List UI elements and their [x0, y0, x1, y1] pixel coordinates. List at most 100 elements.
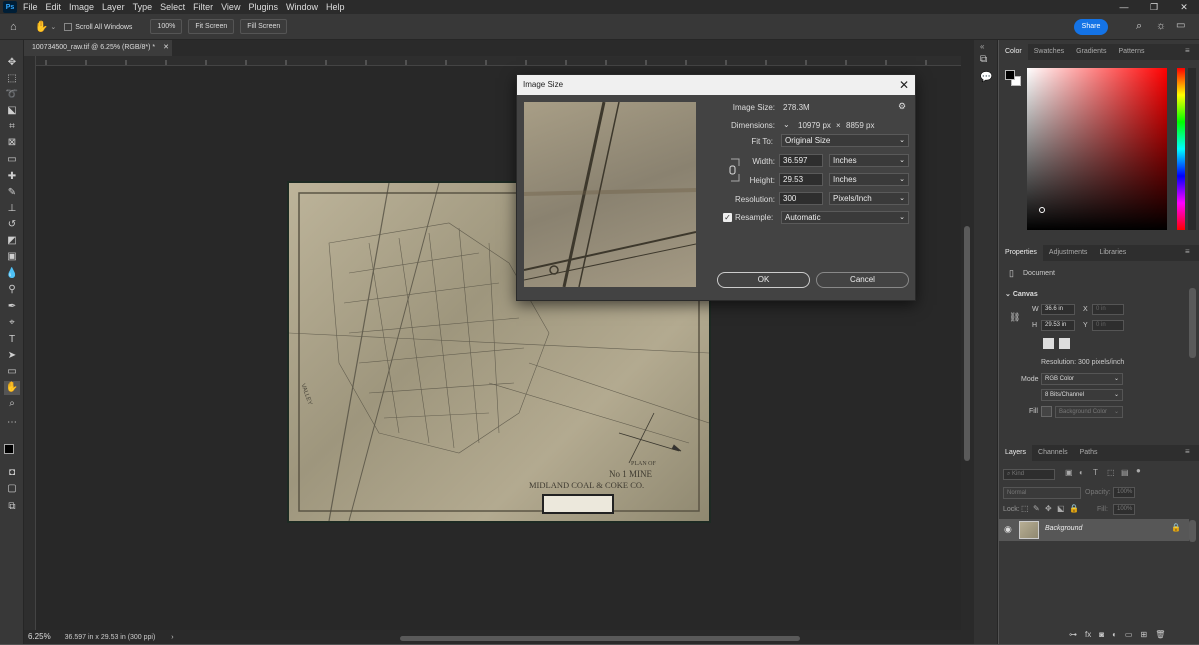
layers-scroll-thumb[interactable] — [1189, 520, 1196, 542]
workspace-icon[interactable]: ▭ — [1176, 20, 1185, 31]
horizontal-scroll-thumb[interactable] — [400, 636, 800, 641]
more-tools-icon[interactable]: ⋯ — [4, 416, 20, 430]
dodge-tool-icon[interactable]: ⚲ — [4, 283, 20, 297]
stamp-tool-icon[interactable]: ⊥ — [4, 202, 20, 216]
resolution-unit-select[interactable]: Pixels/Inch ⌄ — [829, 192, 909, 205]
tab-libraries[interactable]: Libraries — [1093, 245, 1132, 261]
fill-opacity-input[interactable]: 100% — [1113, 504, 1135, 515]
tab-adjustments[interactable]: Adjustments — [1043, 245, 1094, 261]
menu-type[interactable]: Type — [133, 2, 153, 12]
lock-position-icon[interactable]: ✥ — [1045, 504, 1052, 513]
chevron-right-icon[interactable]: › — [171, 634, 173, 641]
restore-icon[interactable]: ❐ — [1139, 0, 1169, 14]
group-icon[interactable]: ▭ — [1125, 630, 1133, 639]
ok-button[interactable]: OK — [717, 272, 810, 288]
layer-style-icon[interactable]: fx — [1085, 630, 1091, 639]
pen-tool-icon[interactable]: ✒ — [4, 300, 20, 314]
resample-select[interactable]: Automatic ⌄ — [781, 211, 909, 224]
panel-menu-icon[interactable]: ≡ — [1185, 447, 1190, 456]
portrait-orientation-icon[interactable] — [1043, 338, 1054, 349]
filter-shape-icon[interactable]: ⬚ — [1107, 468, 1115, 477]
lock-artboard-icon[interactable]: ⬕ — [1057, 504, 1065, 513]
tab-layers[interactable]: Layers — [999, 445, 1033, 461]
type-tool-icon[interactable]: T — [4, 333, 20, 347]
collapse-icon[interactable]: « — [980, 42, 984, 51]
menu-layer[interactable]: Layer — [102, 2, 125, 12]
lock-pixels-icon[interactable]: ✎ — [1033, 504, 1040, 513]
landscape-orientation-icon[interactable] — [1059, 338, 1070, 349]
vertical-scrollbar[interactable] — [961, 56, 974, 630]
panel-menu-icon[interactable]: ≡ — [1185, 247, 1190, 256]
chevron-down-icon[interactable]: ⌄ — [783, 120, 790, 129]
canvas-y-input[interactable]: 0 in — [1092, 320, 1124, 331]
mode-select[interactable]: RGB Color ⌄ — [1041, 373, 1123, 385]
vertical-scroll-thumb[interactable] — [964, 226, 970, 461]
menu-window[interactable]: Window — [286, 2, 318, 12]
comments-panel-icon[interactable]: 💬 — [980, 72, 992, 83]
menu-edit[interactable]: Edit — [46, 2, 62, 12]
zoom-tool-icon[interactable]: ⌕ — [4, 397, 20, 411]
fit-to-select[interactable]: Original Size ⌄ — [781, 134, 909, 147]
lasso-tool-icon[interactable]: ➰ — [4, 88, 20, 102]
canvas-section-header[interactable]: ⌄ Canvas — [1005, 290, 1038, 298]
fit-screen-button[interactable]: Fit Screen — [188, 19, 235, 34]
link-layers-icon[interactable]: ⊶ — [1069, 630, 1077, 639]
eye-visibility-icon[interactable]: ◉ — [1004, 524, 1012, 535]
canvas-height-input[interactable]: 29.53 in — [1041, 320, 1075, 331]
zoom-100-button[interactable]: 100% — [150, 19, 183, 34]
minimize-icon[interactable]: — — [1109, 0, 1139, 14]
search-icon[interactable]: ⌕ — [1136, 20, 1142, 33]
color-field[interactable] — [1027, 68, 1167, 230]
width-input[interactable]: 36.597 — [779, 154, 823, 167]
history-brush-icon[interactable]: ↺ — [4, 218, 20, 232]
tab-paths[interactable]: Paths — [1074, 445, 1104, 461]
link-icon[interactable]: ⛓ — [1009, 312, 1020, 323]
gradient-tool-icon[interactable]: ▣ — [4, 250, 20, 264]
properties-scroll-thumb[interactable] — [1189, 288, 1196, 358]
resample-checkbox[interactable]: ✓ — [723, 213, 732, 222]
filter-adjustment-icon[interactable]: ◐ — [1079, 468, 1084, 477]
artboard-icon[interactable]: ⧉ — [4, 500, 20, 514]
panel-menu-icon[interactable]: ≡ — [1185, 46, 1190, 55]
fill-screen-button[interactable]: Fill Screen — [240, 19, 288, 34]
gear-icon[interactable]: ⚙ — [898, 101, 906, 112]
layer-name[interactable]: Background — [1045, 525, 1082, 532]
foreground-color-swatch[interactable] — [4, 444, 14, 454]
screen-mode-icon[interactable]: ▢ — [4, 482, 20, 496]
hue-slider[interactable] — [1177, 68, 1185, 230]
blur-tool-icon[interactable]: 💧 — [4, 267, 20, 281]
eraser-tool-icon[interactable]: ◩ — [4, 234, 20, 248]
filter-toggle-icon[interactable]: ● — [1136, 466, 1141, 475]
layer-mask-icon[interactable]: ◙ — [1099, 630, 1104, 639]
tab-gradients[interactable]: Gradients — [1070, 44, 1112, 60]
canvas-width-input[interactable]: 36.6 in — [1041, 304, 1075, 315]
filter-type-icon[interactable]: T — [1093, 468, 1098, 477]
menu-filter[interactable]: Filter — [193, 2, 213, 12]
share-button[interactable]: Share — [1074, 19, 1108, 35]
tab-color[interactable]: Color — [999, 44, 1028, 60]
rectangle-tool-icon[interactable]: ▭ — [4, 365, 20, 379]
menu-help[interactable]: Help — [326, 2, 345, 12]
canvas-x-input[interactable]: 0 in — [1092, 304, 1124, 315]
document-tab[interactable]: 100734500_raw.tif @ 6.25% (RGB/8*) * ✕ — [24, 40, 172, 56]
brush-tool-icon[interactable]: ✎ — [4, 186, 20, 200]
opacity-input[interactable]: 100% — [1113, 487, 1135, 498]
close-tab-icon[interactable]: ✕ — [163, 44, 169, 51]
blend-mode-select[interactable]: Normal — [1003, 487, 1081, 499]
menu-select[interactable]: Select — [160, 2, 185, 12]
foreground-color-swatch[interactable] — [1005, 70, 1015, 80]
marquee-tool-icon[interactable]: ⬚ — [4, 72, 20, 86]
zoom-level[interactable]: 6.25% — [28, 632, 51, 641]
pen-tool-2-icon[interactable]: ⌖ — [4, 316, 20, 330]
lock-transparency-icon[interactable]: ⬚ — [1021, 504, 1029, 513]
scroll-all-windows-checkbox[interactable]: Scroll All Windows — [64, 22, 132, 31]
chevron-down-icon[interactable]: ⌄ — [50, 23, 56, 31]
menu-image[interactable]: Image — [69, 2, 94, 12]
layer-kind-filter[interactable]: ⌕ Kind — [1003, 469, 1055, 480]
menu-view[interactable]: View — [221, 2, 240, 12]
width-unit-select[interactable]: Inches ⌄ — [829, 154, 909, 167]
cancel-button[interactable]: Cancel — [816, 272, 909, 288]
color-field-marker[interactable] — [1039, 207, 1045, 213]
object-select-tool-icon[interactable]: ⬕ — [4, 104, 20, 118]
quick-mask-icon[interactable]: ◘ — [4, 466, 20, 480]
